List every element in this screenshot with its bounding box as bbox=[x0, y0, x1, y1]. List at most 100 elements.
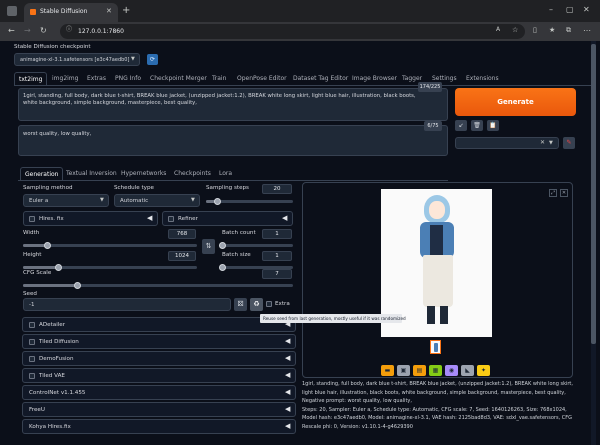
refiner-checkbox[interactable] bbox=[168, 216, 174, 222]
reuse-seed-recycle-icon[interactable]: ♻ bbox=[250, 298, 263, 311]
tab-txt2img[interactable]: txt2img bbox=[14, 72, 48, 86]
tab-train[interactable]: Train bbox=[212, 75, 226, 82]
extra-seed-checkbox[interactable] bbox=[266, 301, 272, 307]
width-slider[interactable] bbox=[23, 242, 197, 249]
slider-knob[interactable] bbox=[54, 264, 62, 271]
back-icon[interactable]: ← bbox=[8, 27, 15, 35]
slider-knob[interactable] bbox=[219, 242, 226, 249]
favorite-star-icon[interactable]: ☆ bbox=[512, 27, 518, 34]
tab-checkpoint-merger[interactable]: Checkpoint Merger bbox=[150, 75, 207, 82]
swap-dimensions-button[interactable]: ⇅ bbox=[202, 239, 215, 254]
url-field[interactable]: ⓘ 127.0.0.1:7860 A ☆ bbox=[60, 24, 525, 39]
send-to-extras-icon[interactable]: ◣ bbox=[461, 365, 474, 376]
trash-icon[interactable]: 🗑 bbox=[471, 120, 483, 131]
freeu-accordion[interactable]: FreeU ◀ bbox=[22, 402, 296, 417]
subtab-checkpoints[interactable]: Checkpoints bbox=[174, 170, 211, 177]
tab-tagger[interactable]: Tagger bbox=[402, 75, 422, 82]
send-to-img2img-icon[interactable]: ▦ bbox=[429, 365, 442, 376]
demofusion-checkbox[interactable] bbox=[29, 356, 35, 362]
subtab-lora[interactable]: Lora bbox=[219, 170, 232, 177]
styles-dropdown[interactable]: ✕ ▼ bbox=[455, 137, 559, 149]
page-scrollbar[interactable] bbox=[591, 41, 596, 445]
slider-track[interactable] bbox=[222, 244, 293, 247]
subtab-textual-inversion[interactable]: Textual Inversion bbox=[66, 170, 117, 177]
adetailer-accordion[interactable]: ADetailer ◀ bbox=[22, 317, 296, 332]
negative-prompt-textarea[interactable]: worst quality, low quality, bbox=[18, 125, 448, 156]
random-seed-dice-icon[interactable]: ⚄ bbox=[234, 298, 247, 311]
slider-fill bbox=[23, 284, 77, 287]
edit-styles-icon[interactable]: ✎ bbox=[563, 137, 575, 149]
tab-settings[interactable]: Settings bbox=[432, 75, 457, 82]
tiled-diffusion-checkbox[interactable] bbox=[29, 339, 35, 345]
refiner-accordion[interactable]: Refiner ◀ bbox=[162, 211, 293, 226]
tab-image-browser[interactable]: Image Browser bbox=[352, 75, 397, 82]
subtab-generation[interactable]: Generation bbox=[20, 167, 64, 181]
save-icon[interactable]: ▣ bbox=[397, 365, 410, 376]
tab-dataset-tag-editor[interactable]: Dataset Tag Editor bbox=[293, 75, 348, 82]
send-to-inpaint-icon[interactable]: ◉ bbox=[445, 365, 458, 376]
reload-icon[interactable]: ↻ bbox=[40, 27, 47, 35]
seed-input[interactable]: -1 bbox=[23, 298, 231, 311]
cfg-scale-slider[interactable] bbox=[23, 282, 293, 289]
favorites-icon[interactable]: ★ bbox=[549, 27, 555, 34]
site-info-icon[interactable]: ⓘ bbox=[66, 27, 72, 33]
sampling-method-dropdown[interactable]: Euler a ▼ bbox=[23, 194, 109, 207]
read-aloud-icon[interactable]: A bbox=[496, 27, 500, 33]
refresh-checkpoint-button[interactable]: ⟳ bbox=[147, 54, 158, 65]
adetailer-checkbox[interactable] bbox=[29, 322, 35, 328]
tiled-diffusion-accordion[interactable]: Tiled Diffusion ◀ bbox=[22, 334, 296, 349]
window-close-icon[interactable]: ✕ bbox=[583, 6, 590, 14]
clipboard-icon[interactable]: 📋 bbox=[487, 120, 499, 131]
tab-openpose-editor[interactable]: OpenPose Editor bbox=[237, 75, 287, 82]
clear-styles-icon[interactable]: ✕ bbox=[540, 140, 545, 146]
batch-size-input[interactable]: 1 bbox=[262, 251, 292, 261]
thumbnail[interactable] bbox=[430, 340, 441, 354]
hires-fix-checkbox[interactable] bbox=[29, 216, 35, 222]
sampling-steps-slider[interactable] bbox=[206, 198, 293, 205]
tiled-vae-checkbox[interactable] bbox=[29, 373, 35, 379]
prompt-textarea[interactable]: 1girl, standing, full body, dark blue t-… bbox=[18, 88, 448, 121]
open-folder-icon[interactable]: ▬ bbox=[381, 365, 394, 376]
maximize-icon[interactable]: ▢ bbox=[566, 6, 574, 14]
tab-png-info[interactable]: PNG Info bbox=[115, 75, 141, 82]
batch-count-slider[interactable] bbox=[219, 242, 293, 249]
url-text: 127.0.0.1:7860 bbox=[78, 28, 124, 35]
close-preview-icon[interactable]: ✕ bbox=[560, 189, 568, 197]
tab-extras[interactable]: Extras bbox=[87, 75, 106, 82]
generate-button[interactable]: Generate bbox=[455, 88, 576, 116]
subtab-hypernetworks[interactable]: Hypernetworks bbox=[121, 170, 166, 177]
new-tab-icon[interactable]: + bbox=[122, 6, 130, 16]
more-menu-icon[interactable]: ⋯ bbox=[583, 27, 591, 35]
seed-value: -1 bbox=[29, 302, 35, 308]
controlnet-accordion[interactable]: ControlNet v1.1.455 ◀ bbox=[22, 385, 296, 400]
hires-fix-accordion[interactable]: Hires. fix ◀ bbox=[23, 211, 158, 226]
read-params-button[interactable]: ↙ bbox=[455, 120, 467, 131]
tab-extensions[interactable]: Extensions bbox=[466, 75, 499, 82]
width-input[interactable]: 768 bbox=[168, 229, 196, 239]
browser-tab[interactable]: Stable Diffusion ✕ bbox=[24, 3, 118, 22]
collections-icon[interactable]: ⧉ bbox=[566, 27, 571, 34]
slider-knob[interactable] bbox=[214, 198, 222, 205]
sampling-steps-input[interactable]: 20 bbox=[262, 184, 292, 194]
browser-menu-icon[interactable] bbox=[7, 6, 17, 16]
kohya-hires-fix-accordion[interactable]: Kohya Hires.fix ◀ bbox=[22, 419, 296, 434]
demofusion-accordion[interactable]: DemoFusion ◀ bbox=[22, 351, 296, 366]
cfg-scale-input[interactable]: 7 bbox=[262, 269, 292, 279]
tiled-vae-accordion[interactable]: Tiled VAE ◀ bbox=[22, 368, 296, 383]
fullscreen-icon[interactable]: ⤢ bbox=[549, 189, 557, 197]
slider-knob[interactable] bbox=[74, 282, 81, 289]
minimize-icon[interactable]: – bbox=[549, 6, 553, 14]
scrollbar-thumb[interactable] bbox=[591, 44, 596, 344]
split-screen-icon[interactable]: ▯ bbox=[533, 27, 537, 34]
schedule-type-dropdown[interactable]: Automatic ▼ bbox=[114, 194, 200, 207]
checkpoint-dropdown[interactable]: animagine-xl-3.1.safetensors [e3c47aedb0… bbox=[14, 53, 140, 66]
height-input[interactable]: 1024 bbox=[168, 251, 196, 261]
upscale-icon[interactable]: ✦ bbox=[477, 365, 490, 376]
batch-count-input[interactable]: 1 bbox=[262, 229, 292, 239]
tab-close-icon[interactable]: ✕ bbox=[106, 8, 112, 15]
zip-icon[interactable]: ▤ bbox=[413, 365, 426, 376]
slider-knob[interactable] bbox=[44, 242, 52, 249]
slider-knob[interactable] bbox=[219, 264, 226, 271]
forward-icon[interactable]: → bbox=[24, 27, 31, 35]
tab-img2img[interactable]: img2img bbox=[52, 75, 78, 82]
